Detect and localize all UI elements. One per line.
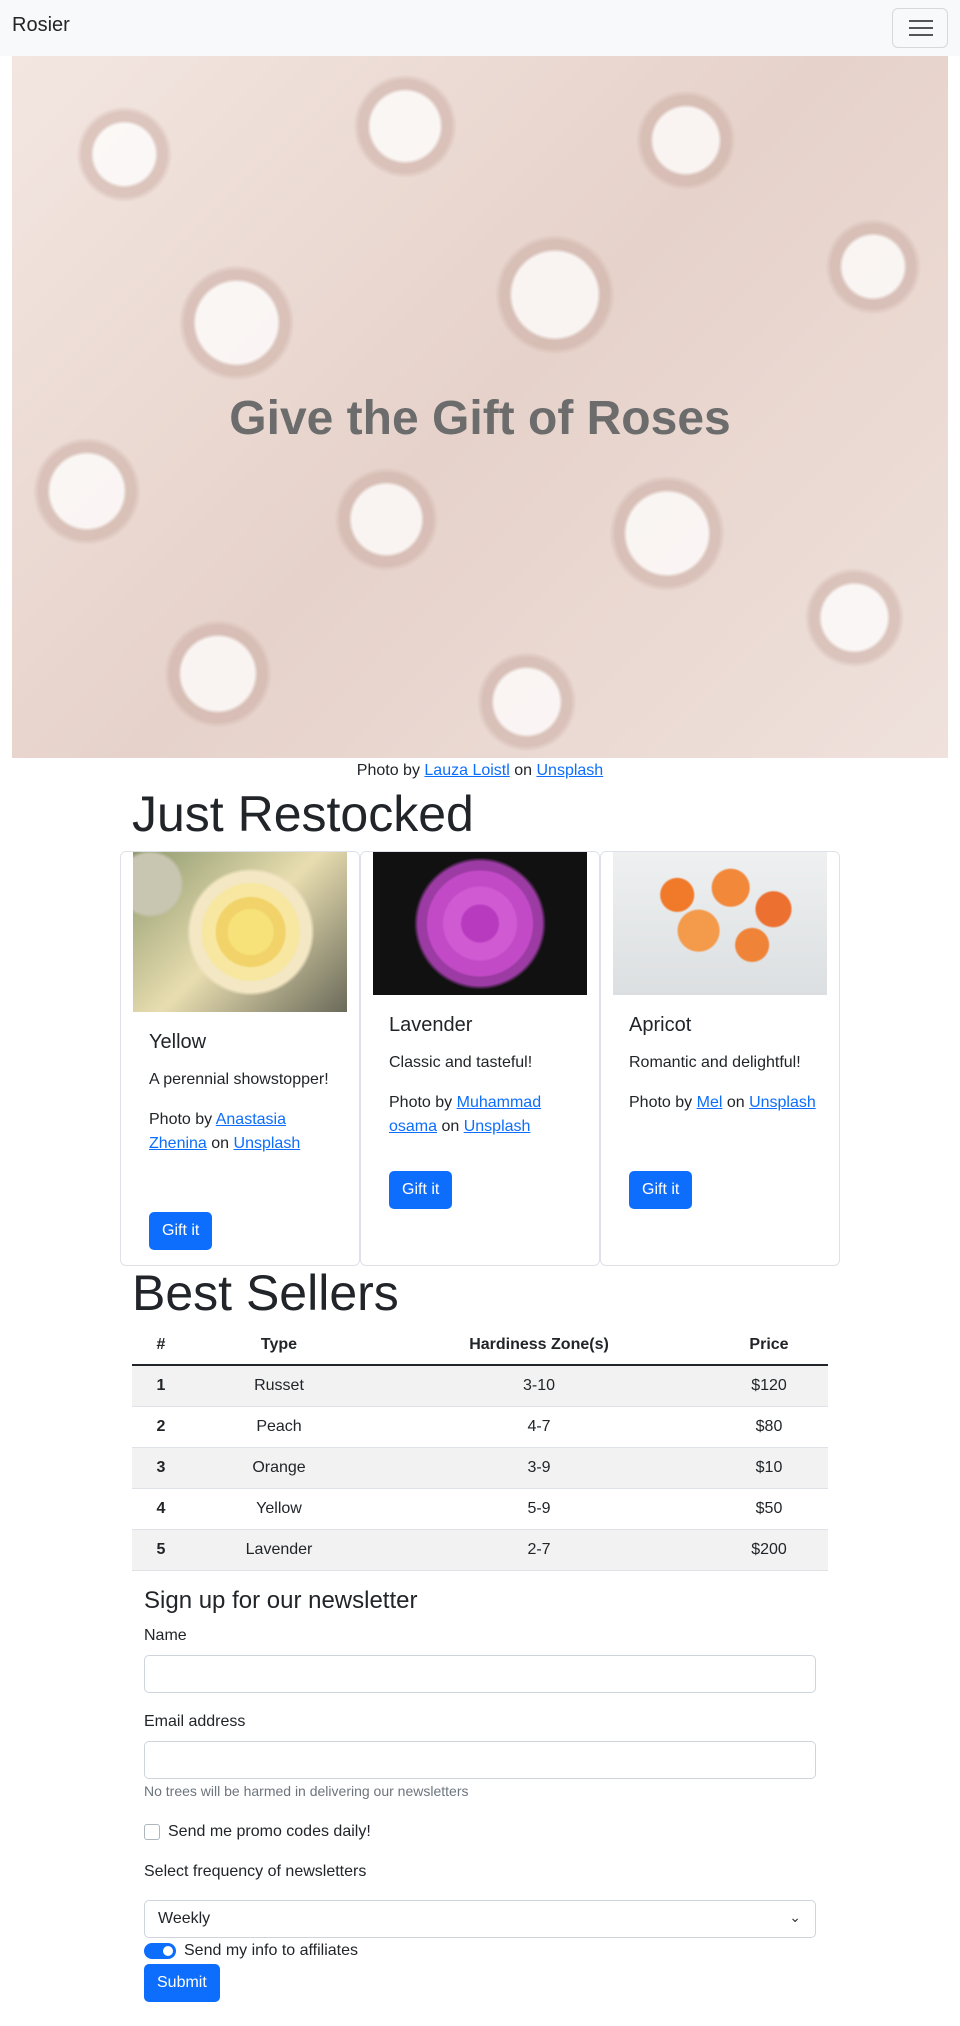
email-label: Email address	[144, 1713, 246, 1730]
submit-button[interactable]: Submit	[144, 1964, 220, 2002]
gift-it-button[interactable]: Gift it	[629, 1171, 693, 1209]
hero-image: Give the Gift of Roses	[12, 56, 948, 758]
table-cell: 4	[132, 1488, 190, 1530]
hamburger-menu-icon[interactable]	[892, 8, 948, 48]
column-header: Price	[710, 1325, 828, 1366]
table-cell: 5-9	[368, 1488, 710, 1530]
table-cell: 2-7	[368, 1529, 710, 1571]
column-header: Hardiness Zone(s)	[368, 1325, 710, 1366]
table-cell: $80	[710, 1406, 828, 1448]
newsletter-title: Sign up for our newsletter	[144, 1587, 418, 1614]
hero-credit-middle: on	[509, 762, 537, 779]
product-card-apricot: Apricot Romantic and delightful! Photo b…	[600, 851, 840, 1266]
hero-title: Give the Gift of Roses	[229, 392, 731, 445]
card-text: Classic and tasteful!	[389, 1054, 533, 1071]
table-cell: 1	[132, 1365, 190, 1407]
lavender-rose-image	[373, 852, 587, 995]
card-text: A perennial showstopper!	[149, 1071, 329, 1088]
card-credit-middle: on	[722, 1094, 750, 1111]
table-cell: $200	[710, 1529, 828, 1571]
frequency-select[interactable]: Weekly ⌄	[144, 1900, 816, 1938]
card-title: Lavender	[389, 1014, 473, 1036]
frequency-selected-value: Weekly	[158, 1910, 211, 1927]
table-cell: Orange	[190, 1447, 368, 1489]
email-field[interactable]	[144, 1741, 816, 1779]
affiliates-toggle[interactable]	[144, 1943, 176, 1959]
email-help-text: No trees will be harmed in delivering ou…	[144, 1783, 469, 1799]
card-body: Apricot Romantic and delightful! Photo b…	[629, 1013, 823, 1131]
card-credit-prefix: Photo by	[629, 1094, 697, 1111]
best-sellers-table: # Type Hardiness Zone(s) Price 1 Russet …	[132, 1325, 828, 1571]
gift-it-button[interactable]: Gift it	[389, 1171, 453, 1209]
card-credit-author-link[interactable]: Mel	[697, 1094, 723, 1111]
card-credit-prefix: Photo by	[389, 1094, 457, 1111]
table-cell: Yellow	[190, 1488, 368, 1530]
table-row: 1 Russet 3-10 $120	[132, 1365, 828, 1407]
card-credit: Photo by Muhammad osama on Unsplash	[389, 1091, 583, 1139]
table-cell: $120	[710, 1365, 828, 1407]
name-label: Name	[144, 1627, 187, 1644]
apricot-rose-image	[613, 852, 827, 995]
table-cell: 3-9	[368, 1447, 710, 1489]
table-row: 4 Yellow 5-9 $50	[132, 1488, 828, 1530]
table-header-row: # Type Hardiness Zone(s) Price	[132, 1325, 828, 1366]
table-row: 2 Peach 4-7 $80	[132, 1406, 828, 1448]
card-credit: Photo by Mel on Unsplash	[629, 1091, 823, 1115]
table-cell: $10	[710, 1447, 828, 1489]
hero-credit-site-link[interactable]: Unsplash	[536, 762, 603, 779]
product-card-lavender: Lavender Classic and tasteful! Photo by …	[360, 851, 600, 1266]
card-credit-site-link[interactable]: Unsplash	[464, 1118, 531, 1135]
chevron-down-icon: ⌄	[789, 1909, 801, 1925]
navbar: Rosier	[0, 0, 960, 56]
card-credit-middle: on	[437, 1118, 464, 1135]
card-title: Apricot	[629, 1014, 692, 1036]
product-card-yellow: Yellow A perennial showstopper! Photo by…	[120, 851, 360, 1266]
frequency-label: Select frequency of newsletters	[144, 1863, 367, 1880]
column-header: #	[132, 1325, 190, 1366]
table-cell: Russet	[190, 1365, 368, 1407]
hero-credit: Photo by Lauza Loistl on Unsplash	[0, 760, 960, 782]
table-cell: 3	[132, 1447, 190, 1489]
name-field[interactable]	[144, 1655, 816, 1693]
brand-logo[interactable]: Rosier	[12, 14, 70, 37]
card-title: Yellow	[149, 1031, 207, 1053]
card-credit-site-link[interactable]: Unsplash	[234, 1135, 301, 1152]
card-body: Yellow A perennial showstopper! Photo by…	[149, 1030, 343, 1172]
column-header: Type	[190, 1325, 368, 1366]
table-row: 3 Orange 3-9 $10	[132, 1447, 828, 1489]
table-cell: 3-10	[368, 1365, 710, 1407]
promo-checkbox-label[interactable]: Send me promo codes daily!	[168, 1821, 371, 1843]
table-row: 5 Lavender 2-7 $200	[132, 1529, 828, 1571]
table-cell: $50	[710, 1488, 828, 1530]
card-credit-prefix: Photo by	[149, 1111, 216, 1128]
yellow-rose-image	[133, 852, 347, 1012]
card-credit: Photo by Anastasia Zhenina on Unsplash	[149, 1108, 343, 1156]
table-cell: 5	[132, 1529, 190, 1571]
restocked-heading: Just Restocked	[132, 786, 474, 842]
toggle-knob	[163, 1946, 173, 1956]
gift-it-button[interactable]: Gift it	[149, 1212, 213, 1250]
card-credit-site-link[interactable]: Unsplash	[749, 1094, 816, 1111]
best-sellers-heading: Best Sellers	[132, 1265, 399, 1321]
card-credit-middle: on	[206, 1135, 234, 1152]
table-cell: Lavender	[190, 1529, 368, 1571]
affiliates-toggle-label[interactable]: Send my info to affiliates	[184, 1940, 358, 1962]
table-cell: 4-7	[368, 1406, 710, 1448]
card-body: Lavender Classic and tasteful! Photo by …	[389, 1013, 583, 1155]
hero-credit-author-link[interactable]: Lauza Loistl	[424, 762, 509, 779]
table-cell: Peach	[190, 1406, 368, 1448]
card-text: Romantic and delightful!	[629, 1054, 801, 1071]
promo-checkbox[interactable]	[144, 1824, 160, 1840]
hero-credit-prefix: Photo by	[356, 762, 425, 779]
table-cell: 2	[132, 1406, 190, 1448]
